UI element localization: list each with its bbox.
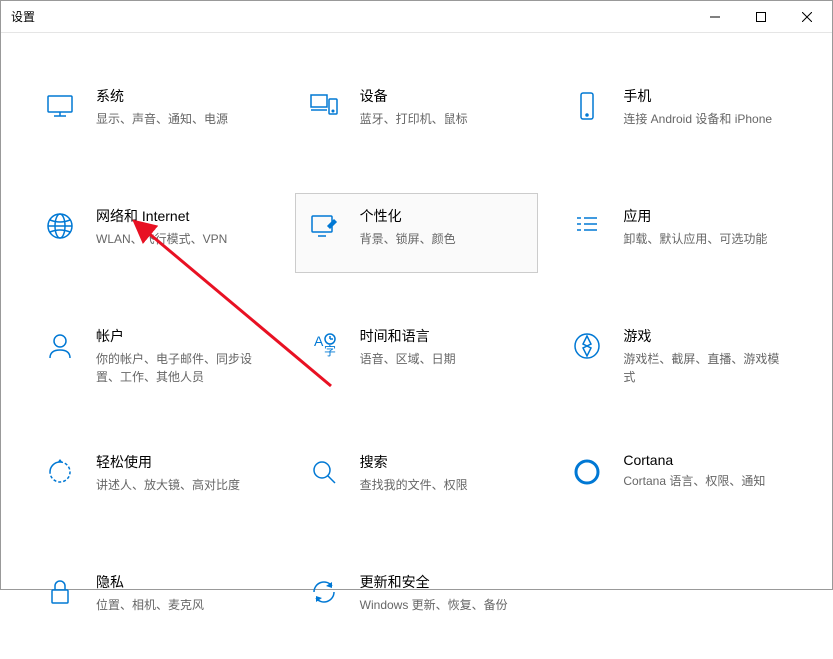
settings-text: 搜索 查找我的文件、权限 bbox=[360, 452, 528, 494]
devices-icon bbox=[306, 88, 342, 124]
apps-icon bbox=[569, 208, 605, 244]
settings-item-accounts[interactable]: 帐户 你的帐户、电子邮件、同步设置、工作、其他人员 bbox=[31, 313, 275, 399]
item-title: 帐户 bbox=[96, 326, 264, 346]
search-icon bbox=[306, 454, 342, 490]
item-title: 隐私 bbox=[96, 572, 264, 592]
settings-window: 设置 bbox=[0, 0, 833, 590]
system-icon bbox=[42, 88, 78, 124]
item-desc: 你的帐户、电子邮件、同步设置、工作、其他人员 bbox=[96, 350, 264, 386]
item-title: 时间和语言 bbox=[360, 326, 528, 346]
titlebar: 设置 bbox=[1, 1, 832, 33]
item-desc: 游戏栏、截屏、直播、游戏模式 bbox=[623, 350, 791, 386]
ease-icon bbox=[42, 454, 78, 490]
settings-item-time[interactable]: A 字 时间和语言 语音、区域、日期 bbox=[295, 313, 539, 399]
settings-content: 系统 显示、声音、通知、电源 设备 蓝牙、打印机、鼠标 bbox=[1, 33, 832, 659]
settings-text: 时间和语言 语音、区域、日期 bbox=[360, 326, 528, 368]
item-desc: 卸载、默认应用、可选功能 bbox=[623, 230, 791, 248]
settings-item-update[interactable]: 更新和安全 Windows 更新、恢复、备份 bbox=[295, 559, 539, 639]
item-title: 更新和安全 bbox=[360, 572, 528, 592]
settings-text: 游戏 游戏栏、截屏、直播、游戏模式 bbox=[623, 326, 791, 386]
item-title: 网络和 Internet bbox=[96, 206, 264, 226]
item-desc: Windows 更新、恢复、备份 bbox=[360, 596, 528, 614]
accounts-icon bbox=[42, 328, 78, 364]
item-desc: 显示、声音、通知、电源 bbox=[96, 110, 264, 128]
item-desc: 语音、区域、日期 bbox=[360, 350, 528, 368]
item-desc: 背景、锁屏、颜色 bbox=[360, 230, 528, 248]
item-title: 应用 bbox=[623, 206, 791, 226]
item-desc: 查找我的文件、权限 bbox=[360, 476, 528, 494]
network-icon bbox=[42, 208, 78, 244]
item-title: 个性化 bbox=[360, 206, 528, 226]
settings-item-ease[interactable]: 轻松使用 讲述人、放大镜、高对比度 bbox=[31, 439, 275, 519]
item-desc: 蓝牙、打印机、鼠标 bbox=[360, 110, 528, 128]
item-title: 搜索 bbox=[360, 452, 528, 472]
window-title: 设置 bbox=[11, 8, 692, 25]
minimize-button[interactable] bbox=[692, 1, 738, 33]
item-desc: Cortana 语言、权限、通知 bbox=[623, 472, 791, 490]
item-desc: 讲述人、放大镜、高对比度 bbox=[96, 476, 264, 494]
item-title: Cortana bbox=[623, 452, 791, 468]
item-title: 手机 bbox=[623, 86, 791, 106]
settings-text: Cortana Cortana 语言、权限、通知 bbox=[623, 452, 791, 490]
settings-item-personalization[interactable]: 个性化 背景、锁屏、颜色 bbox=[295, 193, 539, 273]
maximize-button[interactable] bbox=[738, 1, 784, 33]
settings-text: 更新和安全 Windows 更新、恢复、备份 bbox=[360, 572, 528, 614]
privacy-icon bbox=[42, 574, 78, 610]
window-controls bbox=[692, 1, 830, 32]
settings-text: 个性化 背景、锁屏、颜色 bbox=[360, 206, 528, 248]
settings-item-devices[interactable]: 设备 蓝牙、打印机、鼠标 bbox=[295, 73, 539, 153]
settings-text: 帐户 你的帐户、电子邮件、同步设置、工作、其他人员 bbox=[96, 326, 264, 386]
settings-text: 轻松使用 讲述人、放大镜、高对比度 bbox=[96, 452, 264, 494]
settings-item-apps[interactable]: 应用 卸载、默认应用、可选功能 bbox=[558, 193, 802, 273]
settings-text: 隐私 位置、相机、麦克风 bbox=[96, 572, 264, 614]
item-desc: 位置、相机、麦克风 bbox=[96, 596, 264, 614]
item-title: 设备 bbox=[360, 86, 528, 106]
settings-text: 系统 显示、声音、通知、电源 bbox=[96, 86, 264, 128]
settings-grid: 系统 显示、声音、通知、电源 设备 蓝牙、打印机、鼠标 bbox=[31, 73, 802, 639]
settings-text: 设备 蓝牙、打印机、鼠标 bbox=[360, 86, 528, 128]
settings-text: 应用 卸载、默认应用、可选功能 bbox=[623, 206, 791, 248]
settings-item-gaming[interactable]: 游戏 游戏栏、截屏、直播、游戏模式 bbox=[558, 313, 802, 399]
item-title: 游戏 bbox=[623, 326, 791, 346]
update-icon bbox=[306, 574, 342, 610]
time-icon: A 字 bbox=[306, 328, 342, 364]
item-title: 轻松使用 bbox=[96, 452, 264, 472]
settings-item-privacy[interactable]: 隐私 位置、相机、麦克风 bbox=[31, 559, 275, 639]
settings-text: 网络和 Internet WLAN、飞行模式、VPN bbox=[96, 206, 264, 248]
settings-item-phone[interactable]: 手机 连接 Android 设备和 iPhone bbox=[558, 73, 802, 153]
item-title: 系统 bbox=[96, 86, 264, 106]
settings-item-network[interactable]: 网络和 Internet WLAN、飞行模式、VPN bbox=[31, 193, 275, 273]
phone-icon bbox=[569, 88, 605, 124]
personalization-icon bbox=[306, 208, 342, 244]
settings-text: 手机 连接 Android 设备和 iPhone bbox=[623, 86, 791, 128]
cortana-icon bbox=[569, 454, 605, 490]
close-button[interactable] bbox=[784, 1, 830, 33]
settings-item-system[interactable]: 系统 显示、声音、通知、电源 bbox=[31, 73, 275, 153]
settings-item-cortana[interactable]: Cortana Cortana 语言、权限、通知 bbox=[558, 439, 802, 519]
svg-text:字: 字 bbox=[324, 343, 336, 358]
item-desc: 连接 Android 设备和 iPhone bbox=[623, 110, 791, 128]
gaming-icon bbox=[569, 328, 605, 364]
item-desc: WLAN、飞行模式、VPN bbox=[96, 230, 264, 248]
settings-item-search[interactable]: 搜索 查找我的文件、权限 bbox=[295, 439, 539, 519]
svg-text:A: A bbox=[314, 333, 324, 349]
